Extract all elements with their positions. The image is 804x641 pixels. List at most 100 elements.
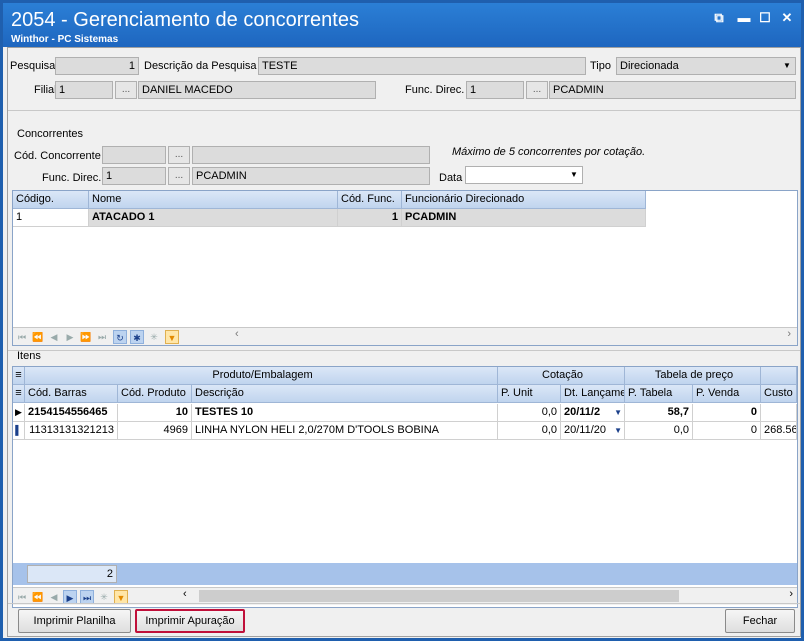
table-row-cell-descricao[interactable]: LINHA NYLON HELI 2,0/270M D'TOOLS BOBINA bbox=[192, 422, 498, 440]
scroll-left-icon[interactable]: ‹ bbox=[183, 588, 187, 600]
chevron-down-icon: ▼ bbox=[570, 170, 578, 179]
form-content: Pesquisa 1 Descrição da Pesquisa TESTE T… bbox=[7, 47, 801, 637]
table-row-cell-cod-produto[interactable]: 10 bbox=[118, 404, 192, 422]
scroll-right-icon[interactable]: › bbox=[787, 328, 791, 340]
col-header-p-unit[interactable]: P. Unit bbox=[498, 385, 561, 403]
filter-icon[interactable]: ▼ bbox=[165, 330, 179, 344]
conc-func-direc-label: Func. Direc. bbox=[42, 172, 102, 184]
concorrente-name-field bbox=[192, 146, 430, 164]
tipo-label: Tipo bbox=[590, 60, 611, 72]
table-row-cell-p-tabela[interactable]: 58,7 bbox=[625, 404, 693, 422]
divider bbox=[8, 350, 800, 351]
group-header-extra bbox=[761, 367, 797, 385]
table-row-cell-cod-barras[interactable]: 11313131321213 bbox=[25, 422, 118, 440]
data-select[interactable]: ▼ bbox=[465, 166, 583, 184]
imprimir-apuracao-button[interactable]: Imprimir Apuração bbox=[135, 609, 245, 633]
col-header-custo[interactable]: Custo R bbox=[761, 385, 797, 403]
table-row-cell-funcionario[interactable]: PCADMIN bbox=[402, 209, 646, 227]
pesquisa-field[interactable]: 1 bbox=[55, 57, 139, 75]
window-title: 2054 - Gerenciamento de concorrentes bbox=[11, 9, 359, 31]
col-header-cod-func[interactable]: Cód. Func. bbox=[338, 191, 402, 209]
grid-menu-icon[interactable]: ≡ bbox=[13, 367, 25, 385]
prev-page-icon[interactable]: ⏪ bbox=[31, 330, 45, 344]
insert-icon[interactable]: ✱ bbox=[130, 330, 144, 344]
dt-value: 20/11/20 bbox=[564, 424, 607, 436]
next-page-icon[interactable]: ⏩ bbox=[79, 330, 93, 344]
first-record-icon[interactable]: ⏮ bbox=[15, 330, 29, 344]
table-row-cell-p-tabela[interactable]: 0,0 bbox=[625, 422, 693, 440]
chevron-down-icon[interactable]: ▼ bbox=[614, 404, 622, 421]
next-record-icon[interactable]: ▶ bbox=[63, 590, 77, 604]
filial-code-field[interactable]: 1 bbox=[55, 81, 113, 99]
col-header-codigo[interactable]: Código. bbox=[13, 191, 89, 209]
col-header-cod-produto[interactable]: Cód. Produto bbox=[118, 385, 192, 403]
cancel-icon[interactable]: ✳ bbox=[97, 590, 111, 604]
itens-hscroll-thumb[interactable] bbox=[199, 590, 679, 602]
scroll-right-icon[interactable]: › bbox=[789, 588, 793, 600]
conc-func-direc-name-field: PCADMIN bbox=[192, 167, 430, 185]
func-direc-search-button[interactable]: ... bbox=[526, 81, 548, 99]
chevron-down-icon[interactable]: ▼ bbox=[614, 422, 622, 439]
table-row-cell-p-unit[interactable]: 0,0 bbox=[498, 422, 561, 440]
cod-concorrente-label: Cód. Concorrente bbox=[14, 150, 101, 162]
table-row-cell-p-unit[interactable]: 0,0 bbox=[498, 404, 561, 422]
prev-page-icon[interactable]: ⏪ bbox=[31, 590, 45, 604]
table-row-cell-custo[interactable] bbox=[761, 404, 797, 422]
concorrentes-navigator: ⏮ ⏪ ◀ ▶ ⏩ ⏭ ↻ ✱ ✳ ▼ ‹ › bbox=[13, 327, 797, 345]
table-row-cell-dt[interactable]: 20/11/2 ▼ bbox=[561, 404, 625, 422]
descricao-field[interactable]: TESTE bbox=[258, 57, 586, 75]
itens-count: 2 bbox=[27, 565, 117, 583]
table-row-cell-descricao[interactable]: TESTES 10 bbox=[192, 404, 498, 422]
filial-search-button[interactable]: ... bbox=[115, 81, 137, 99]
close-icon[interactable]: ✕ bbox=[779, 11, 795, 25]
concorrentes-hscroll[interactable]: ‹ › bbox=[183, 328, 795, 344]
prev-record-icon[interactable]: ◀ bbox=[47, 590, 61, 604]
table-row-cell-cod-barras[interactable]: 2154154556465 bbox=[25, 404, 118, 422]
table-row-cell-custo[interactable]: 268.56 bbox=[761, 422, 797, 440]
fechar-button[interactable]: Fechar bbox=[725, 609, 795, 633]
minimize-icon[interactable]: ▬ bbox=[736, 11, 752, 25]
divider bbox=[8, 110, 800, 111]
table-row-cell-cod-func[interactable]: 1 bbox=[338, 209, 402, 227]
last-record-icon[interactable]: ⏭ bbox=[80, 590, 94, 604]
grid-menu-icon[interactable]: ≡ bbox=[13, 385, 25, 403]
tipo-select[interactable]: Direcionada ▼ bbox=[616, 57, 796, 75]
col-header-dt-lancamento[interactable]: Dt. Lançame bbox=[561, 385, 625, 403]
col-header-p-venda[interactable]: P. Venda bbox=[693, 385, 761, 403]
itens-hscroll[interactable]: ‹ › bbox=[133, 588, 797, 604]
last-record-icon[interactable]: ⏭ bbox=[95, 330, 109, 344]
concorrente-search-button[interactable]: ... bbox=[168, 146, 190, 164]
group-header-produto: Produto/Embalagem bbox=[25, 367, 498, 385]
table-row-cell-p-venda[interactable]: 0 bbox=[693, 404, 761, 422]
func-direc-code-field[interactable]: 1 bbox=[466, 81, 524, 99]
maximize-icon[interactable]: ☐ bbox=[757, 11, 773, 25]
col-header-p-tabela[interactable]: P. Tabela bbox=[625, 385, 693, 403]
col-header-funcionario[interactable]: Funcionário Direcionado bbox=[402, 191, 646, 209]
col-header-descricao[interactable]: Descrição bbox=[192, 385, 498, 403]
func-direc-name-field: PCADMIN bbox=[549, 81, 796, 99]
table-row-cell-dt[interactable]: 20/11/20 ▼ bbox=[561, 422, 625, 440]
first-record-icon[interactable]: ⏮ bbox=[15, 590, 29, 604]
concorrentes-section-label: Concorrentes bbox=[17, 128, 84, 140]
refresh-icon[interactable]: ↻ bbox=[113, 330, 127, 344]
scroll-left-icon[interactable]: ‹ bbox=[235, 328, 239, 340]
group-header-tabela: Tabela de preço bbox=[625, 367, 761, 385]
filter-icon[interactable]: ▼ bbox=[114, 590, 128, 604]
concorrentes-grid: Código. Nome Cód. Func. Funcionário Dire… bbox=[12, 190, 798, 346]
conc-func-direc-search-button[interactable]: ... bbox=[168, 167, 190, 185]
cod-concorrente-field[interactable] bbox=[102, 146, 166, 164]
cancel-icon[interactable]: ✳ bbox=[147, 330, 161, 344]
table-row-cell-p-venda[interactable]: 0 bbox=[693, 422, 761, 440]
table-row-cell-nome[interactable]: ATACADO 1 bbox=[89, 209, 338, 227]
table-row-cell-cod-produto[interactable]: 4969 bbox=[118, 422, 192, 440]
next-record-icon[interactable]: ▶ bbox=[63, 330, 77, 344]
col-header-cod-barras[interactable]: Cód. Barras bbox=[25, 385, 118, 403]
conc-func-direc-code-field[interactable]: 1 bbox=[102, 167, 166, 185]
data-label: Data bbox=[439, 172, 463, 184]
restore-icon[interactable]: ⧉ bbox=[711, 11, 727, 25]
table-row-cell-codigo[interactable]: 1 bbox=[13, 209, 89, 227]
filial-label: Filial bbox=[34, 84, 57, 96]
prev-record-icon[interactable]: ◀ bbox=[47, 330, 61, 344]
imprimir-planilha-button[interactable]: Imprimir Planilha bbox=[18, 609, 131, 633]
col-header-nome[interactable]: Nome bbox=[89, 191, 338, 209]
